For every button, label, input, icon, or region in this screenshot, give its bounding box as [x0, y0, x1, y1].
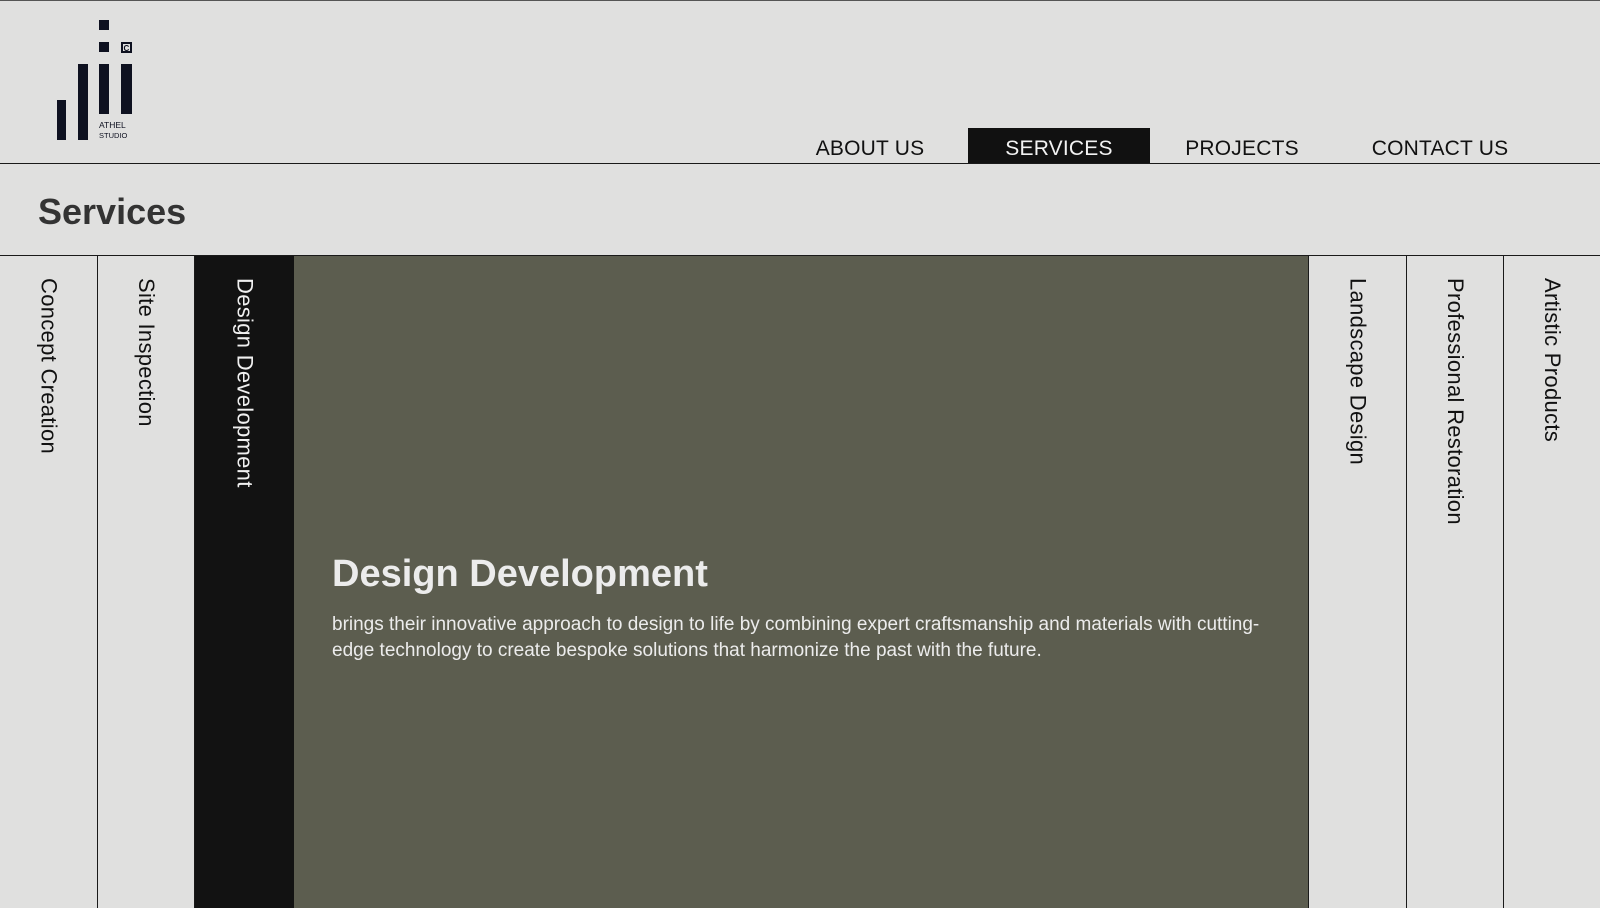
service-detail-description: brings their innovative approach to desi…	[332, 614, 1260, 661]
nav-services[interactable]: SERVICES	[968, 128, 1150, 163]
logo-mark-letter: C	[124, 44, 130, 53]
service-tab-label: Concept Creation	[36, 278, 62, 455]
site-header: C ATHEL STUDIO ABOUT US SERVICES PROJECT…	[0, 0, 1600, 164]
nav-about-us[interactable]: ABOUT US	[806, 128, 934, 163]
service-tab-design-development[interactable]: Design Development	[195, 256, 294, 908]
service-detail-heading: Design Development	[332, 553, 708, 595]
service-tab-label: Landscape Design	[1345, 278, 1371, 466]
athel-studio-logo[interactable]: C ATHEL STUDIO	[57, 20, 139, 144]
service-tab-label: Site Inspection	[134, 278, 159, 427]
service-tab-concept-creation[interactable]: Concept Creation	[0, 256, 98, 908]
service-tab-label: Artistic Products	[1540, 278, 1565, 443]
page-title: Services	[38, 191, 187, 232]
service-tab-professional-restoration[interactable]: Professional Restoration	[1406, 256, 1503, 908]
service-tab-site-inspection[interactable]: Site Inspection	[98, 256, 195, 908]
service-detail-panel: Design Development brings their innovati…	[294, 256, 1308, 908]
service-tab-label: Professional Restoration	[1443, 278, 1468, 525]
service-tab-label: Design Development	[232, 278, 258, 488]
services-accordion: Concept Creation Site Inspection Design …	[0, 256, 1600, 908]
main-nav: ABOUT US SERVICES PROJECTS CONTACT US	[0, 128, 1600, 163]
nav-contact-us[interactable]: CONTACT US	[1362, 128, 1518, 163]
nav-projects[interactable]: PROJECTS	[1180, 128, 1304, 163]
service-tab-artistic-products[interactable]: Artistic Products	[1503, 256, 1600, 908]
services-title-row: Services	[0, 164, 1600, 256]
service-tab-landscape-design[interactable]: Landscape Design	[1308, 256, 1406, 908]
logo-mark-icon: C ATHEL STUDIO	[57, 20, 132, 140]
